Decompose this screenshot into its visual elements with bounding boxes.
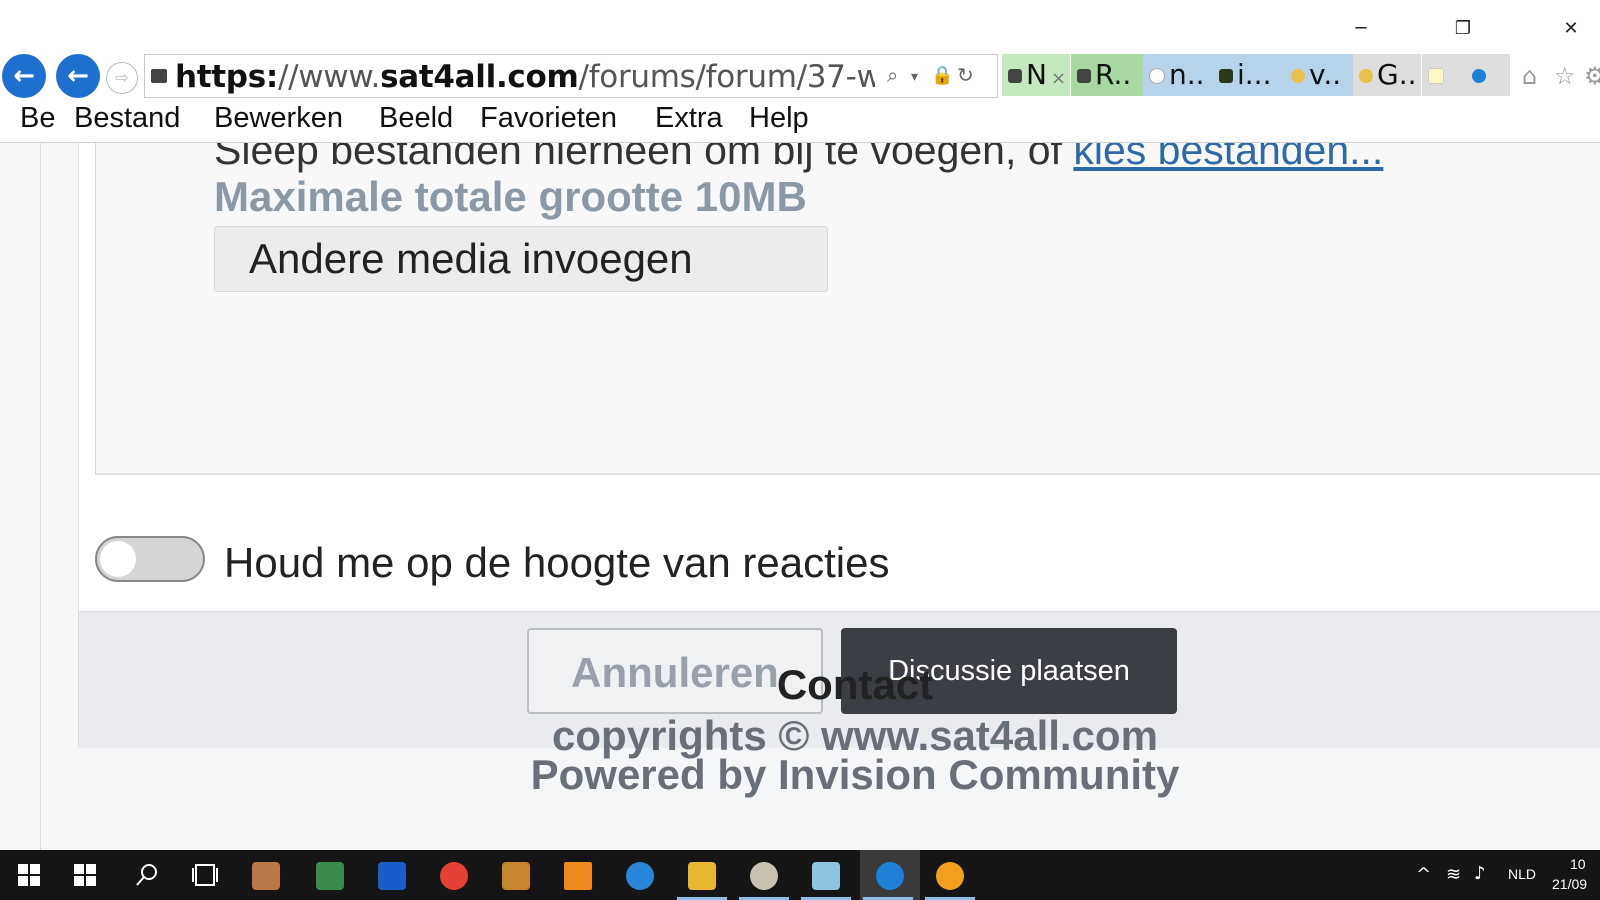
shield-icon[interactable] [378,862,406,890]
task-view-button[interactable] [192,863,218,887]
tab-label: N [1026,58,1047,91]
post-form: Sleep bestanden hierheen om bij te voege… [78,143,1600,748]
menu-help[interactable]: Help [749,102,809,135]
insert-media-button[interactable]: Andere media invoegen [214,226,828,292]
search-icon[interactable]: ⌕ [887,63,898,87]
tab-close-icon[interactable]: × [1051,68,1066,89]
tab-label: i... [1237,58,1272,91]
paint-icon[interactable] [750,862,778,890]
taskbar-app-icon[interactable] [316,862,344,890]
tab[interactable]: v.. [1285,54,1353,96]
url-domain: sat4all.com [380,59,579,95]
taskbar-active-app[interactable] [860,850,920,900]
minimize-button[interactable]: ─ [1346,14,1376,44]
tab[interactable] [1422,54,1466,96]
taskbar-app-icon[interactable] [626,862,654,890]
menu-bestand[interactable]: Bestand [74,102,180,135]
dropzone-text: Sleep bestanden hierheen om bij te voege… [214,143,1383,174]
tab[interactable]: G.. [1353,54,1421,96]
url-scheme: https: [175,59,278,95]
back-history-button[interactable]: ← [56,54,100,98]
arrow-left-icon: ← [67,61,89,91]
task-view-icon [192,864,218,886]
clock-date[interactable]: 21/09 [1552,876,1587,892]
ie-icon [1291,69,1305,83]
windows-logo-button[interactable] [74,864,96,886]
dropzone-instruction: Sleep bestanden hierheen om bij te voege… [214,143,1074,173]
tab-favicon-icon [1219,69,1233,83]
clock-time[interactable]: 10 [1570,856,1586,872]
follow-toggle[interactable] [95,536,205,582]
new-tab-button[interactable] [1466,54,1510,96]
wifi-icon[interactable]: ≋ [1446,864,1461,885]
new-page-icon [1428,68,1444,84]
arrow-left-icon: ← [13,61,35,91]
windows-icon [18,864,40,886]
start-button[interactable] [18,864,40,886]
forward-button[interactable]: ⇨ [106,62,138,94]
folder-icon[interactable] [688,862,716,890]
window-title-bar: ─ ❐ ✕ [0,0,1600,52]
max-size-note: Maximale totale grootte 10MB [214,173,807,220]
taskbar-app-icon[interactable] [252,862,280,890]
tab-label: n.. [1169,58,1205,91]
tab-label: G.. [1377,58,1417,91]
windows-icon [74,864,96,886]
vlc-icon[interactable] [564,862,592,890]
powered-by-link[interactable]: Powered by Invision Community [0,751,1600,799]
search-icon [136,864,157,886]
tab-label: R.. [1095,58,1132,91]
ie-icon [1359,69,1373,83]
tab-active[interactable]: N × [1002,54,1070,96]
refresh-icon[interactable]: ↻ [957,63,974,87]
menu-bar: Be Bestand Bewerken Beeld Favorieten Ext… [0,100,1600,143]
menu-bewerken[interactable]: Bewerken [214,102,343,135]
attachment-dropzone[interactable]: Sleep bestanden hierheen om bij te voege… [95,143,1600,475]
chevron-down-icon[interactable]: ▾ [911,69,918,85]
star-icon[interactable]: ☆ [1554,62,1576,90]
gear-icon[interactable]: ⚙ [1584,62,1600,90]
tab-favicon-icon [1077,69,1091,83]
tab-favicon-icon [1008,69,1022,83]
tab-label: v.. [1309,58,1342,91]
choose-files-link[interactable]: kies bestanden... [1073,143,1383,173]
toggle-knob [100,541,136,577]
taskbar-app-icon[interactable] [936,862,964,890]
page-content: Sleep bestanden hierheen om bij te voege… [0,143,1600,850]
url-path: /forums/forum/37-wir [578,59,875,95]
contact-link[interactable]: Contact [0,661,1600,709]
lock-icon[interactable]: 🔒 [931,65,953,86]
volume-icon[interactable]: ♪ [1474,863,1486,884]
taskbar-app-icon[interactable] [502,862,530,890]
menu-beeld[interactable]: Beeld [379,102,453,135]
chrome-icon[interactable] [440,862,468,890]
language-indicator[interactable]: NLD [1508,866,1536,882]
chevron-up-icon[interactable]: ^ [1416,864,1431,885]
menu-favorieten[interactable]: Favorieten [480,102,617,135]
back-button[interactable]: ← [2,54,46,98]
follow-toggle-label[interactable]: Houd me op de hoogte van reacties [224,539,889,587]
arrow-right-icon: ⇨ [115,68,129,87]
url-text[interactable]: https://www.sat4all.com/forums/forum/37-… [175,59,875,95]
taskbar: ^ ≋ ♪ NLD 10 21/09 [0,850,1600,900]
menu-extra[interactable]: Extra [655,102,723,135]
ie-icon [1472,69,1486,83]
ie-icon [876,862,904,890]
tab[interactable]: i... [1213,54,1285,96]
close-window-button[interactable]: ✕ [1556,14,1586,44]
restore-button[interactable]: ❐ [1448,14,1478,44]
google-icon [1149,68,1165,84]
site-favicon-icon [151,69,167,83]
search-button[interactable] [134,862,160,888]
home-icon[interactable]: ⌂ [1522,62,1537,90]
url-host-prefix: //www. [277,59,381,95]
address-bar[interactable]: https://www.sat4all.com/forums/forum/37-… [144,54,998,98]
tab[interactable]: n.. [1143,54,1213,96]
tab[interactable]: R.. [1071,54,1143,96]
taskbar-app-icon[interactable] [812,862,840,890]
menu-truncated[interactable]: Be [20,102,55,135]
